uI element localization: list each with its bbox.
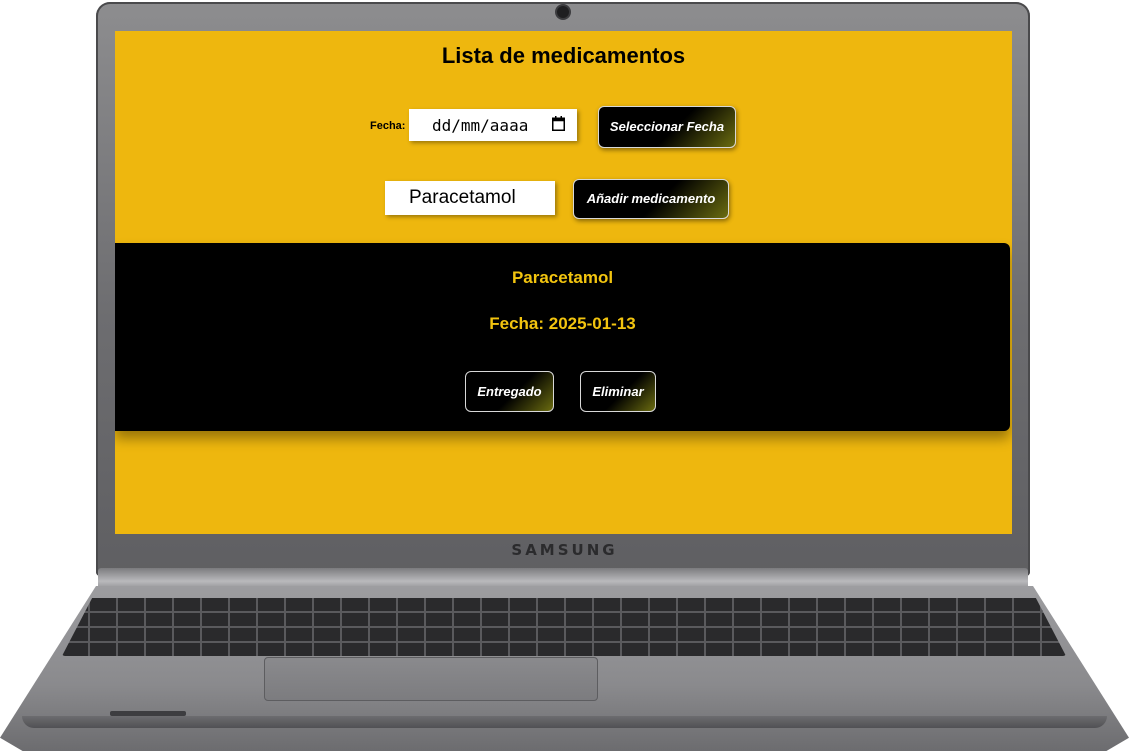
app-screen: Lista de medicamentos Fecha: dd/mm/aaaa …: [115, 31, 1012, 534]
page-title: Lista de medicamentos: [441, 43, 686, 68]
laptop-front-edge: [22, 716, 1107, 728]
laptop-brand-logo: SAMSUNG: [511, 541, 618, 559]
medication-card: Paracetamol Fecha: 2025-01-13 Entregado …: [115, 243, 1010, 431]
select-date-button[interactable]: Seleccionar Fecha: [598, 106, 736, 148]
calendar-icon[interactable]: [552, 116, 565, 131]
medication-date: Fecha: 2025-01-13: [489, 314, 636, 333]
delivered-button[interactable]: Entregado: [465, 371, 554, 412]
webcam: [557, 6, 569, 18]
date-placeholder: dd/mm/aaaa: [432, 115, 529, 135]
add-medication-button[interactable]: Añadir medicamento: [573, 179, 729, 219]
laptop-keyboard: [62, 598, 1066, 656]
date-label: Fecha:: [370, 120, 406, 132]
laptop-touchpad: [264, 657, 598, 701]
medication-input[interactable]: [385, 181, 555, 215]
delete-button[interactable]: Eliminar: [580, 371, 656, 412]
medication-name: Paracetamol: [511, 268, 614, 287]
date-input[interactable]: dd/mm/aaaa: [409, 109, 577, 141]
